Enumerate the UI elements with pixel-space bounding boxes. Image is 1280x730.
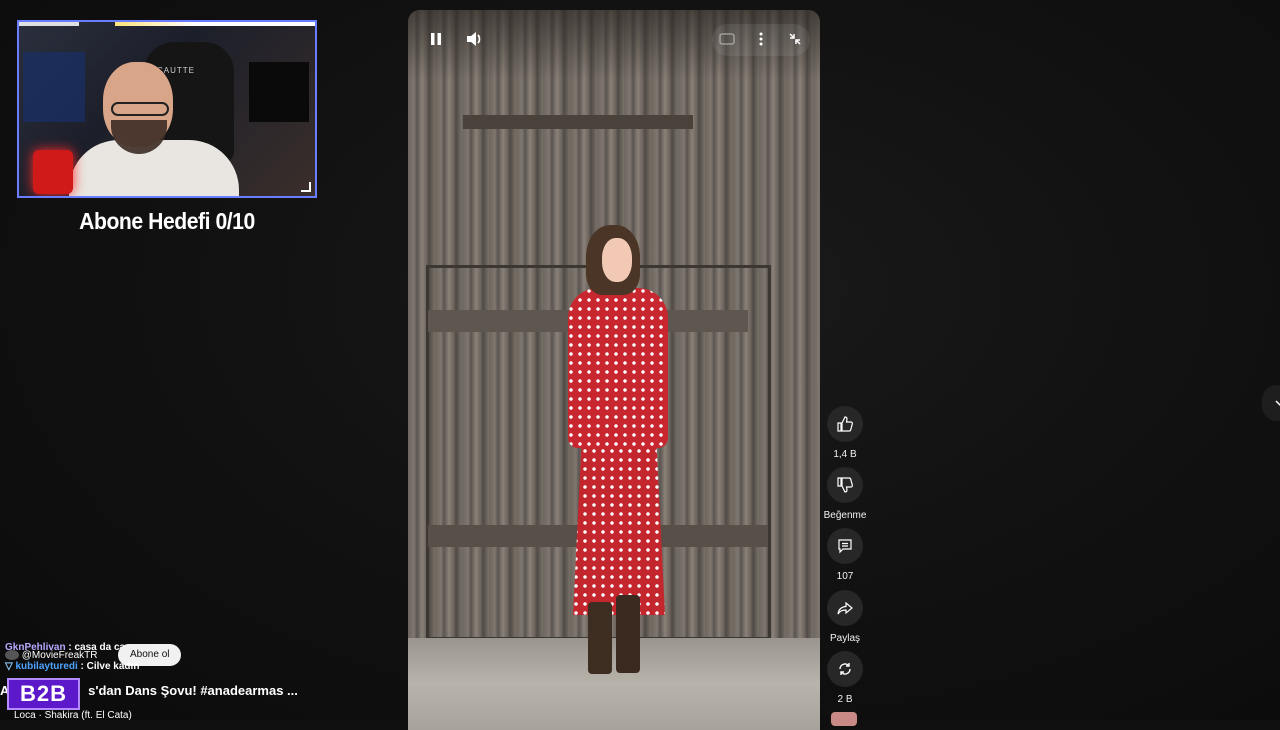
barn-beam — [463, 115, 693, 129]
share-action[interactable]: Paylaş — [820, 590, 870, 644]
chat-username: kubilayturedi — [15, 661, 78, 672]
pause-icon — [431, 33, 441, 45]
volume-icon — [467, 32, 481, 46]
share-button[interactable] — [827, 590, 863, 626]
remix-button[interactable] — [827, 651, 863, 687]
red-dress-top — [568, 288, 668, 448]
stream-chat-overlay: GknPehlivan : casa da casa @MovieFreakTR… — [0, 640, 330, 721]
dislike-label: Beğenme — [823, 510, 867, 521]
channel-row: @MovieFreakTR — [5, 650, 98, 661]
streamer-glasses — [111, 102, 169, 116]
video-title[interactable]: s'dan Dans Şovu! #anadearmas ... — [88, 683, 298, 698]
remix-count: 2 B — [837, 694, 853, 705]
microphone — [33, 150, 73, 194]
captions-icon — [719, 33, 735, 45]
like-icon — [837, 416, 853, 432]
subscriber-goal: Abone Hedefi 0/10 — [79, 208, 255, 234]
frame-accent-right — [115, 22, 315, 26]
comment-button[interactable] — [827, 528, 863, 564]
next-video-button[interactable] — [1262, 385, 1280, 421]
frame-accent-left — [19, 22, 79, 26]
sound-thumbnail[interactable] — [831, 712, 857, 726]
chevron-down-icon — [1275, 400, 1280, 407]
collapse-icon — [789, 33, 801, 45]
comment-icon — [838, 539, 852, 554]
boot — [588, 602, 612, 674]
dislike-action[interactable]: Beğenme — [820, 467, 870, 521]
frame-corner — [301, 182, 311, 192]
more-button[interactable] — [750, 28, 772, 50]
like-count: 1,4 B — [833, 449, 857, 460]
share-icon — [837, 601, 853, 615]
like-button[interactable] — [827, 406, 863, 442]
ground — [408, 638, 820, 730]
person-face — [602, 238, 632, 282]
like-action[interactable]: 1,4 B — [820, 406, 870, 460]
red-dress-skirt — [573, 430, 665, 615]
shorts-video[interactable] — [408, 10, 820, 730]
volume-button[interactable] — [464, 28, 486, 50]
dislike-button[interactable] — [827, 467, 863, 503]
pause-button[interactable] — [425, 28, 447, 50]
music-title[interactable]: Loca · Shakira (ft. El Cata) — [14, 710, 132, 721]
webcam-shelf — [23, 52, 85, 122]
b2b-logo: B2B — [7, 678, 80, 710]
streamer-webcam: CAUTTE — [17, 20, 317, 198]
chat-badge-icon: ▽ — [5, 661, 13, 672]
channel-name[interactable]: @MovieFreakTR — [22, 650, 98, 661]
boot — [616, 595, 640, 673]
channel-avatar[interactable] — [5, 650, 19, 661]
music-row[interactable]: Loca · Shakira (ft. El Cata) — [14, 710, 132, 721]
captions-button[interactable] — [716, 28, 738, 50]
collapse-button[interactable] — [784, 28, 806, 50]
comment-action[interactable]: 107 — [820, 528, 870, 582]
share-label: Paylaş — [829, 633, 860, 644]
remix-action[interactable]: 2 B — [820, 651, 870, 705]
more-icon — [759, 32, 763, 46]
remix-icon — [839, 663, 851, 675]
comment-count: 107 — [836, 571, 854, 582]
chat-message: ▽ kubilayturedi : Cilve kadın — [5, 661, 139, 672]
dislike-icon — [837, 477, 853, 493]
webcam-monitor — [249, 62, 309, 122]
chat-text: : Cilve kadın — [80, 661, 140, 672]
